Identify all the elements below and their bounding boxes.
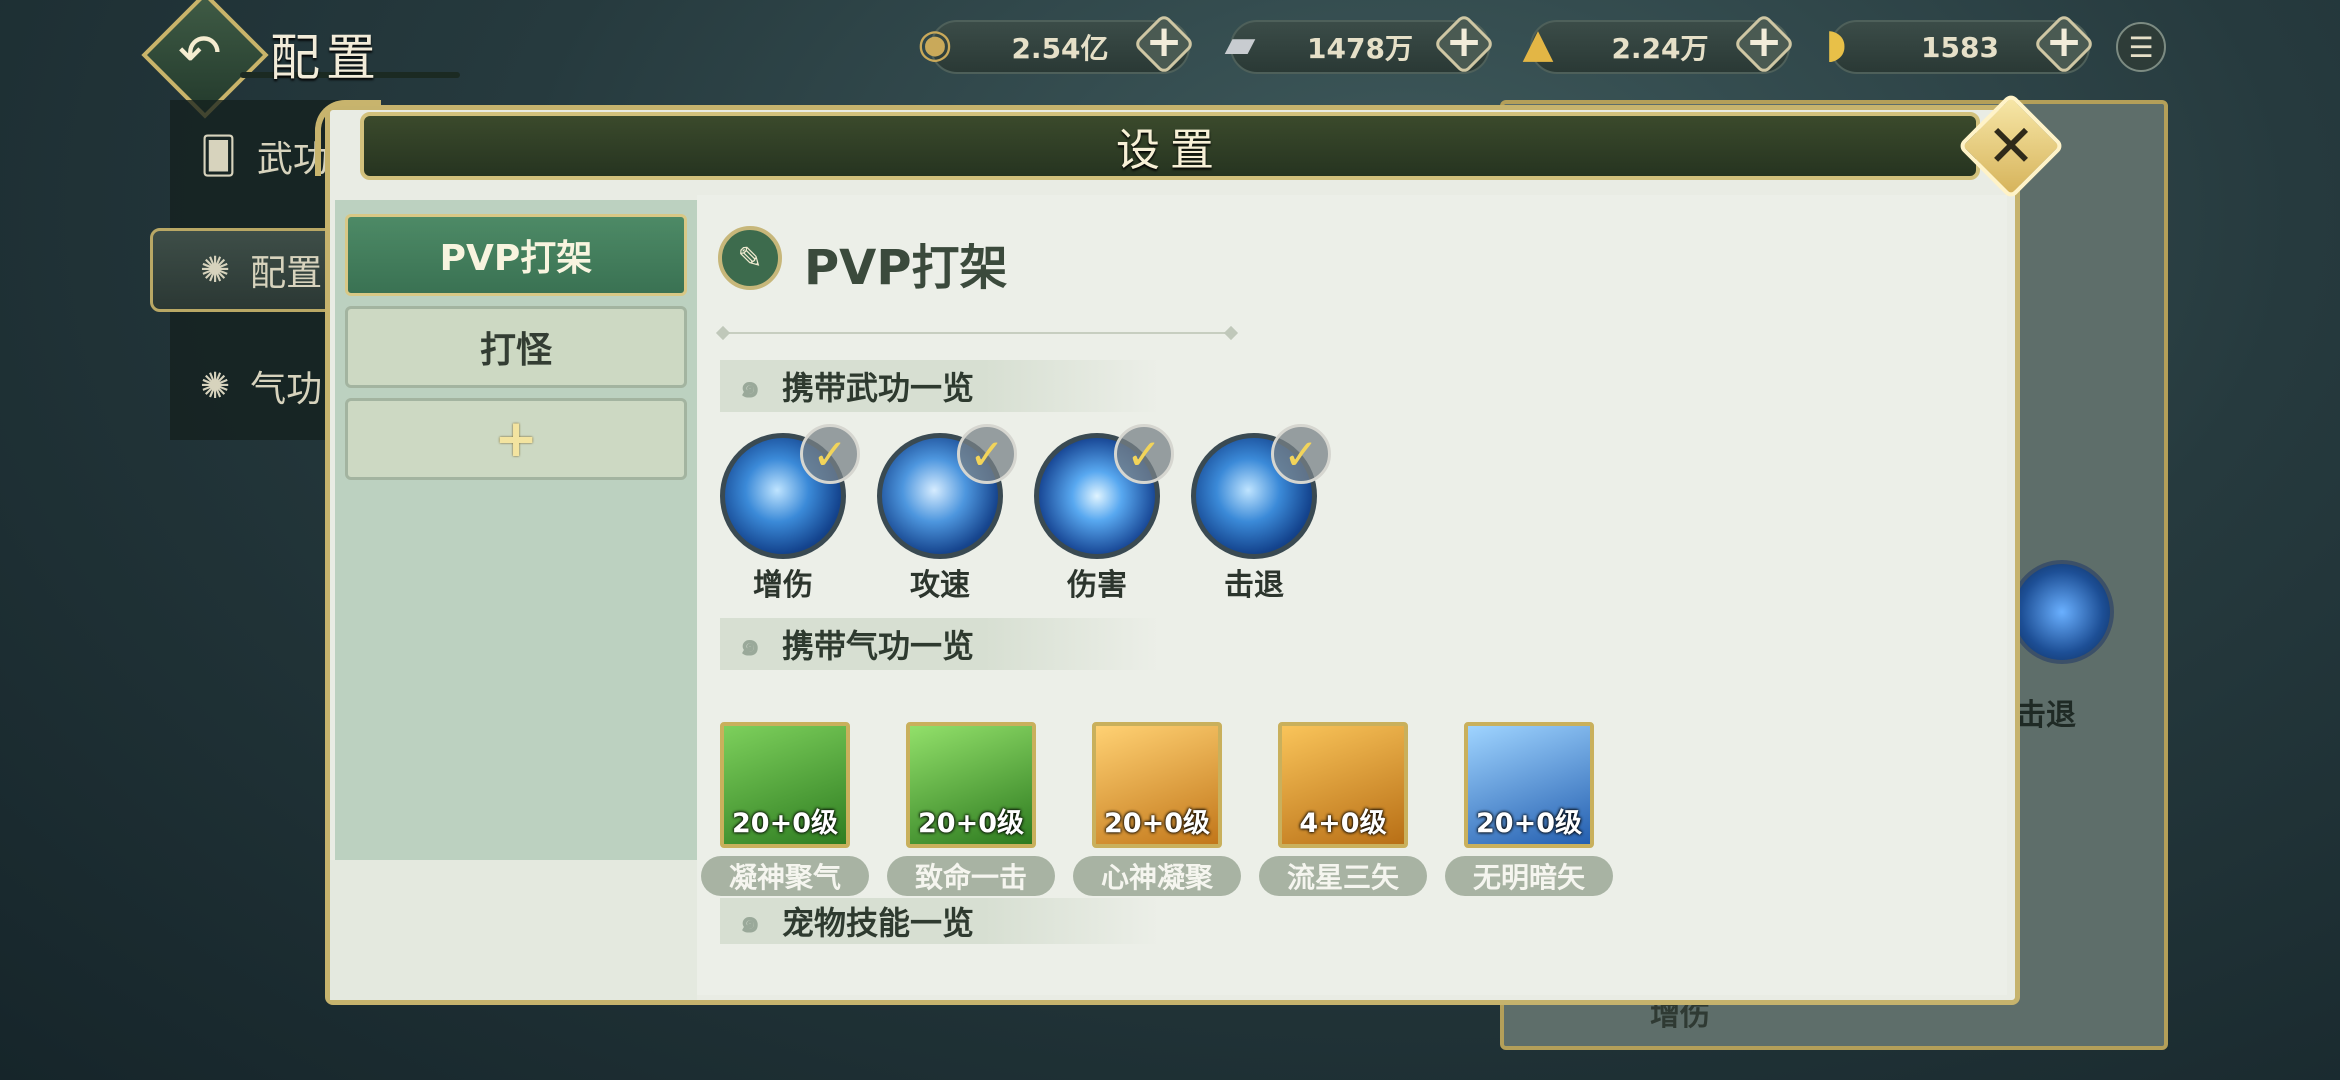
tab-monster[interactable]: 打怪 [345,306,687,388]
skill-label: 增伤 [753,568,813,603]
swirl-icon: ✺ [200,249,231,291]
edit-icon[interactable]: ✎ [718,226,782,290]
qigong-name: 流星三矢 [1259,856,1427,896]
swirl-icon: ๑ [739,625,761,663]
modal-title: 设置 [1116,125,1224,176]
page-title: 配置 [270,29,382,87]
qigong-name: 致命一击 [887,856,1055,896]
knockback-skill-icon [2010,560,2114,664]
skill-label: 击退 [1224,568,1284,603]
yuanbao-icon: ◗ [1825,21,1847,67]
preset-tab-column [335,200,697,860]
preset-tab-column-footer [330,860,697,1000]
check-icon: ✓ [800,424,860,484]
skill-label: 伤害 [1067,568,1127,603]
sidebar-item-label: 配置 [250,253,323,294]
check-icon: ✓ [1114,424,1174,484]
plus-icon: + [1745,16,1783,67]
qigong-level: 4+0级 [1299,808,1387,839]
currency-value: 1583 [1921,30,1999,64]
qigong-name: 凝神聚气 [701,856,869,896]
qigong-icon-wuming[interactable]: 20+0级 [1464,722,1594,848]
qigong-level: 20+0级 [732,808,838,839]
qigong-name: 心神凝聚 [1073,856,1241,896]
qigong-level: 20+0级 [918,808,1024,839]
list-icon: ☰ [2128,30,2154,64]
tab-label: PVP打架 [439,238,593,279]
qigong-level: 20+0级 [1476,808,1582,839]
cards-icon: 🂠 [200,135,237,177]
qigong-icon-ningshen[interactable]: 20+0级 [720,722,850,848]
back-arrow-icon: ↶ [178,24,222,84]
qigong-icon-liuxing[interactable]: 4+0级 [1278,722,1408,848]
plus-icon: + [2045,16,2083,67]
currency-value: 2.24万 [1611,32,1709,65]
tab-pvp[interactable]: PVP打架 [345,214,687,296]
currency-value: 2.54亿 [1011,32,1109,65]
section-title: 宠物技能一览 [782,904,975,942]
title-divider [722,332,1232,334]
silver-bar-icon: ▰ [1224,21,1256,67]
swirl-icon: ๑ [739,367,761,405]
gold-ingot-icon: ▲ [1522,21,1554,67]
coin-icon: ◉ [917,21,953,67]
section-martial-header: ๑ 携带武功一览 [720,360,1160,412]
add-preset-button[interactable]: + [345,398,687,480]
check-icon: ✓ [1271,424,1331,484]
check-icon: ✓ [957,424,1017,484]
skill-label: 攻速 [910,568,970,603]
plus-icon: + [494,409,538,469]
menu-button[interactable]: ☰ [2116,22,2166,72]
sidebar-item-label: 气功 [250,369,323,410]
plus-icon: + [1145,16,1183,67]
swirl-icon: ✺ [200,365,231,407]
qigong-icon-zhiming[interactable]: 20+0级 [906,722,1036,848]
plus-icon: + [1445,16,1483,67]
qigong-icon-xinshen[interactable]: 20+0级 [1092,722,1222,848]
close-icon: ✕ [1986,112,2036,180]
tab-label: 打怪 [479,330,552,371]
qigong-name: 无明暗矢 [1445,856,1613,896]
qigong-level: 20+0级 [1104,808,1210,839]
section-title: 携带武功一览 [782,369,975,407]
modal-header: 设置 [360,112,1980,180]
preset-title: PVP打架 [804,240,1008,296]
section-title: 携带气功一览 [782,627,975,665]
section-pet-header: ๑ 宠物技能一览 [720,898,1160,944]
currency-value: 1478万 [1307,32,1413,65]
bg-skill-label: 击退 [2016,698,2076,733]
swirl-icon: ๑ [739,902,761,940]
section-qigong-header: ๑ 携带气功一览 [720,618,1160,670]
